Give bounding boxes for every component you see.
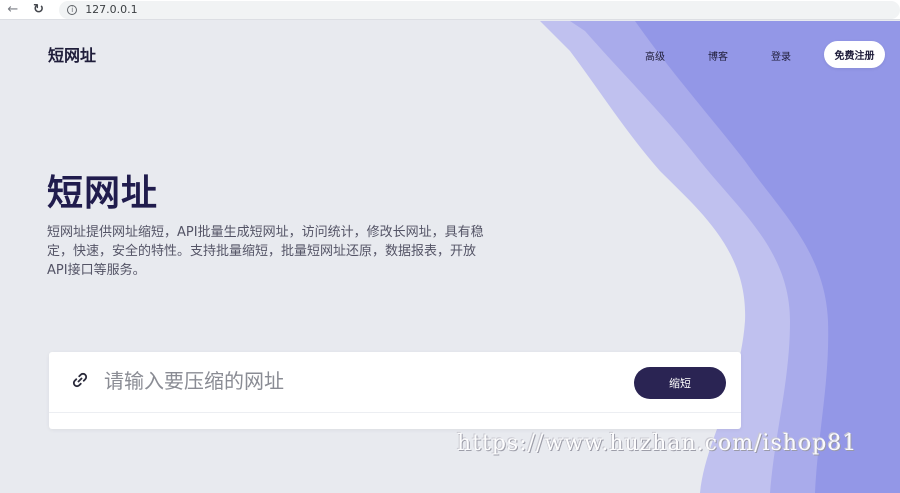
reload-icon[interactable]: ↻ — [30, 2, 48, 17]
page: 短网址 高级 博客 登录 免费注册 短网址 短网址提供网址缩短，API批量生成短… — [0, 21, 900, 493]
hero-description: 短网址提供网址缩短，API批量生成短网址，访问统计，修改长网址，具有稳定，快速，… — [47, 225, 484, 278]
shorten-button[interactable]: 缩短 — [634, 367, 726, 399]
nav-link-blog[interactable]: 博客 — [708, 48, 728, 63]
link-icon — [72, 372, 88, 388]
address-url: 127.0.0.1 — [85, 3, 138, 16]
nav-link-advanced[interactable]: 高级 — [645, 48, 665, 63]
shorten-form: 缩短 — [49, 352, 741, 429]
url-input[interactable] — [104, 366, 604, 396]
nav-link-login[interactable]: 登录 — [771, 48, 791, 63]
watermark-text: https://www.huzhan.com/ishop81 — [457, 431, 858, 456]
signup-button[interactable]: 免费注册 — [824, 41, 885, 68]
card-divider — [49, 412, 741, 413]
info-icon[interactable]: i — [67, 4, 78, 15]
browser-toolbar: ← ↻ i 127.0.0.1 — [0, 0, 900, 20]
address-bar[interactable]: i 127.0.0.1 — [59, 0, 900, 19]
hero-title: 短网址 — [47, 173, 159, 214]
arrow-left-icon[interactable]: ← — [4, 2, 22, 17]
site-logo[interactable]: 短网址 — [48, 42, 96, 66]
